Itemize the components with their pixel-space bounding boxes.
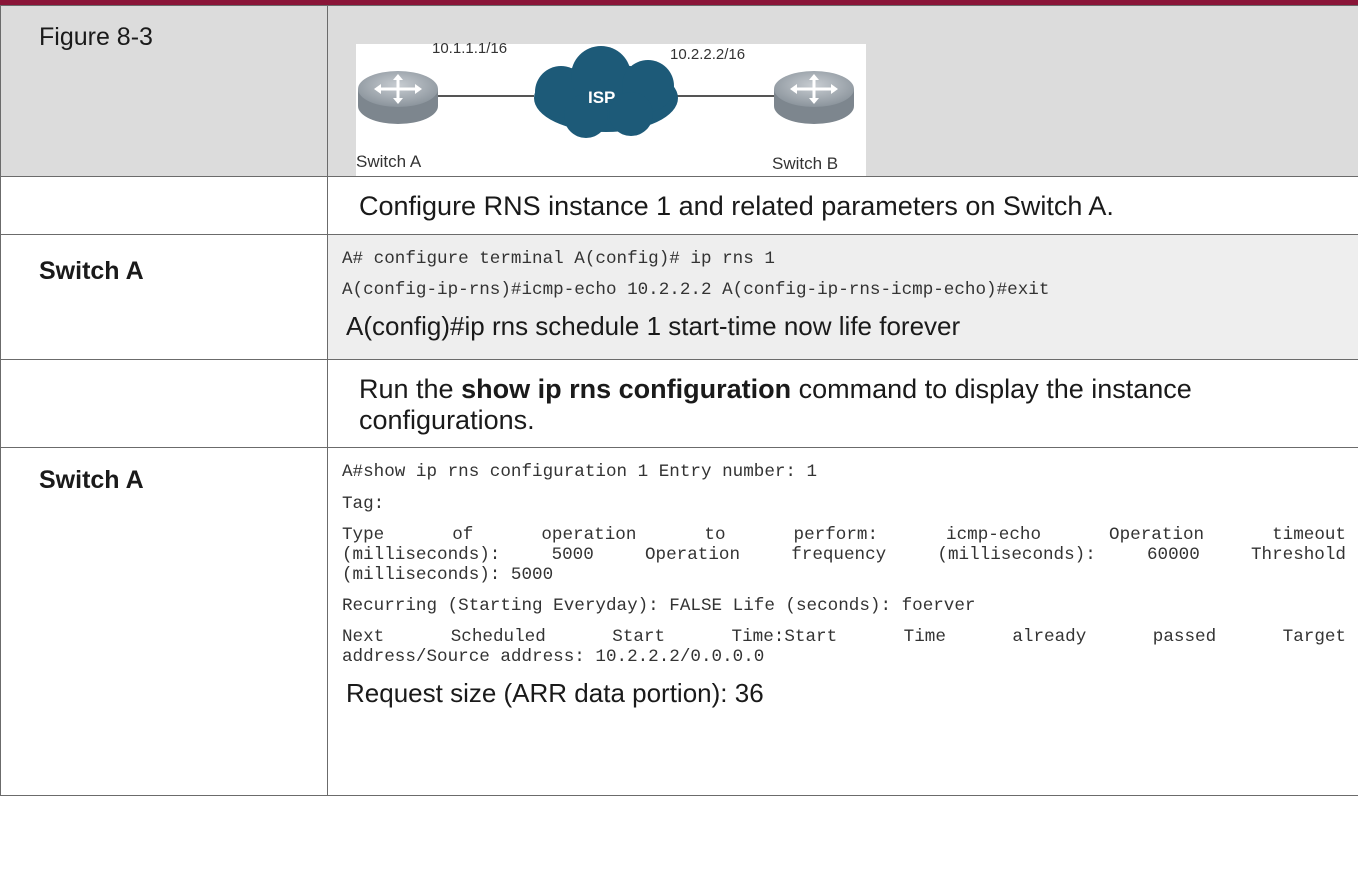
code-line: A# configure terminal A(config)# ip rns … [342,248,775,269]
code-line: address/Source address: 10.2.2.2/0.0.0.0 [342,647,765,668]
switch-a-label: Switch A [356,152,422,171]
code-line: A(config)#ip rns schedule 1 start-time n… [346,310,961,341]
step1-description-row: Configure RNS instance 1 and related par… [0,176,1358,235]
command-name: show ip rns configuration [461,373,792,404]
step2-description-row: Run the show ip rns configuration comman… [0,358,1358,449]
code-line: Type of operation to perform: icmp-echo … [342,525,1346,546]
code-line: Next Scheduled Start Time:Start Time alr… [342,627,1346,648]
router-b-icon [774,71,854,124]
code-line: Recurring (Starting Everyday): FALSE Lif… [342,596,976,617]
figure-cell: 10.1.1.1/16 10.2.2.2/16 ISP Switch A Swi… [327,5,1358,177]
code-line: A#show ip rns configuration 1 Entry numb… [342,462,818,483]
code-line: Tag: [342,494,385,515]
empty-label-cell [0,176,328,235]
step1-description: Configure RNS instance 1 and related par… [327,176,1358,235]
switch-b-label: Switch B [772,154,839,173]
step1-code-row: Switch A A# configure terminal A(config)… [0,233,1358,360]
figure-row: Figure 8-3 10.1.1.1/16 10.2.2.2/16 ISP S… [0,5,1358,177]
step2-text-pre: Run the [359,373,462,404]
code-line: A(config-ip-rns)#icmp-echo 10.2.2.2 A(co… [342,279,1050,300]
code-line: (milliseconds): 5000 [342,565,554,586]
step1-code-block: A# configure terminal A(config)# ip rns … [327,233,1358,360]
isp-label: ISP [588,88,616,107]
step2-code-row: Switch A A#show ip rns configuration 1 E… [0,447,1358,797]
step1-device-label: Switch A [0,233,328,360]
router-a-icon [358,71,438,124]
document-table: Figure 8-3 10.1.1.1/16 10.2.2.2/16 ISP S… [0,5,1358,797]
step2-description: Run the show ip rns configuration comman… [327,358,1358,449]
empty-label-cell [0,358,328,449]
code-line: Request size (ARR data portion): 36 [346,678,764,709]
network-diagram: 10.1.1.1/16 10.2.2.2/16 ISP Switch A Swi… [356,40,866,176]
step2-device-label: Switch A [0,447,328,797]
ip-b-label: 10.2.2.2/16 [670,46,746,63]
figure-label: Figure 8-3 [0,5,328,177]
code-line: (milliseconds): 5000 Operation frequency… [342,545,1346,566]
step2-code-block: A#show ip rns configuration 1 Entry numb… [327,447,1358,797]
ip-a-label: 10.1.1.1/16 [432,40,508,57]
